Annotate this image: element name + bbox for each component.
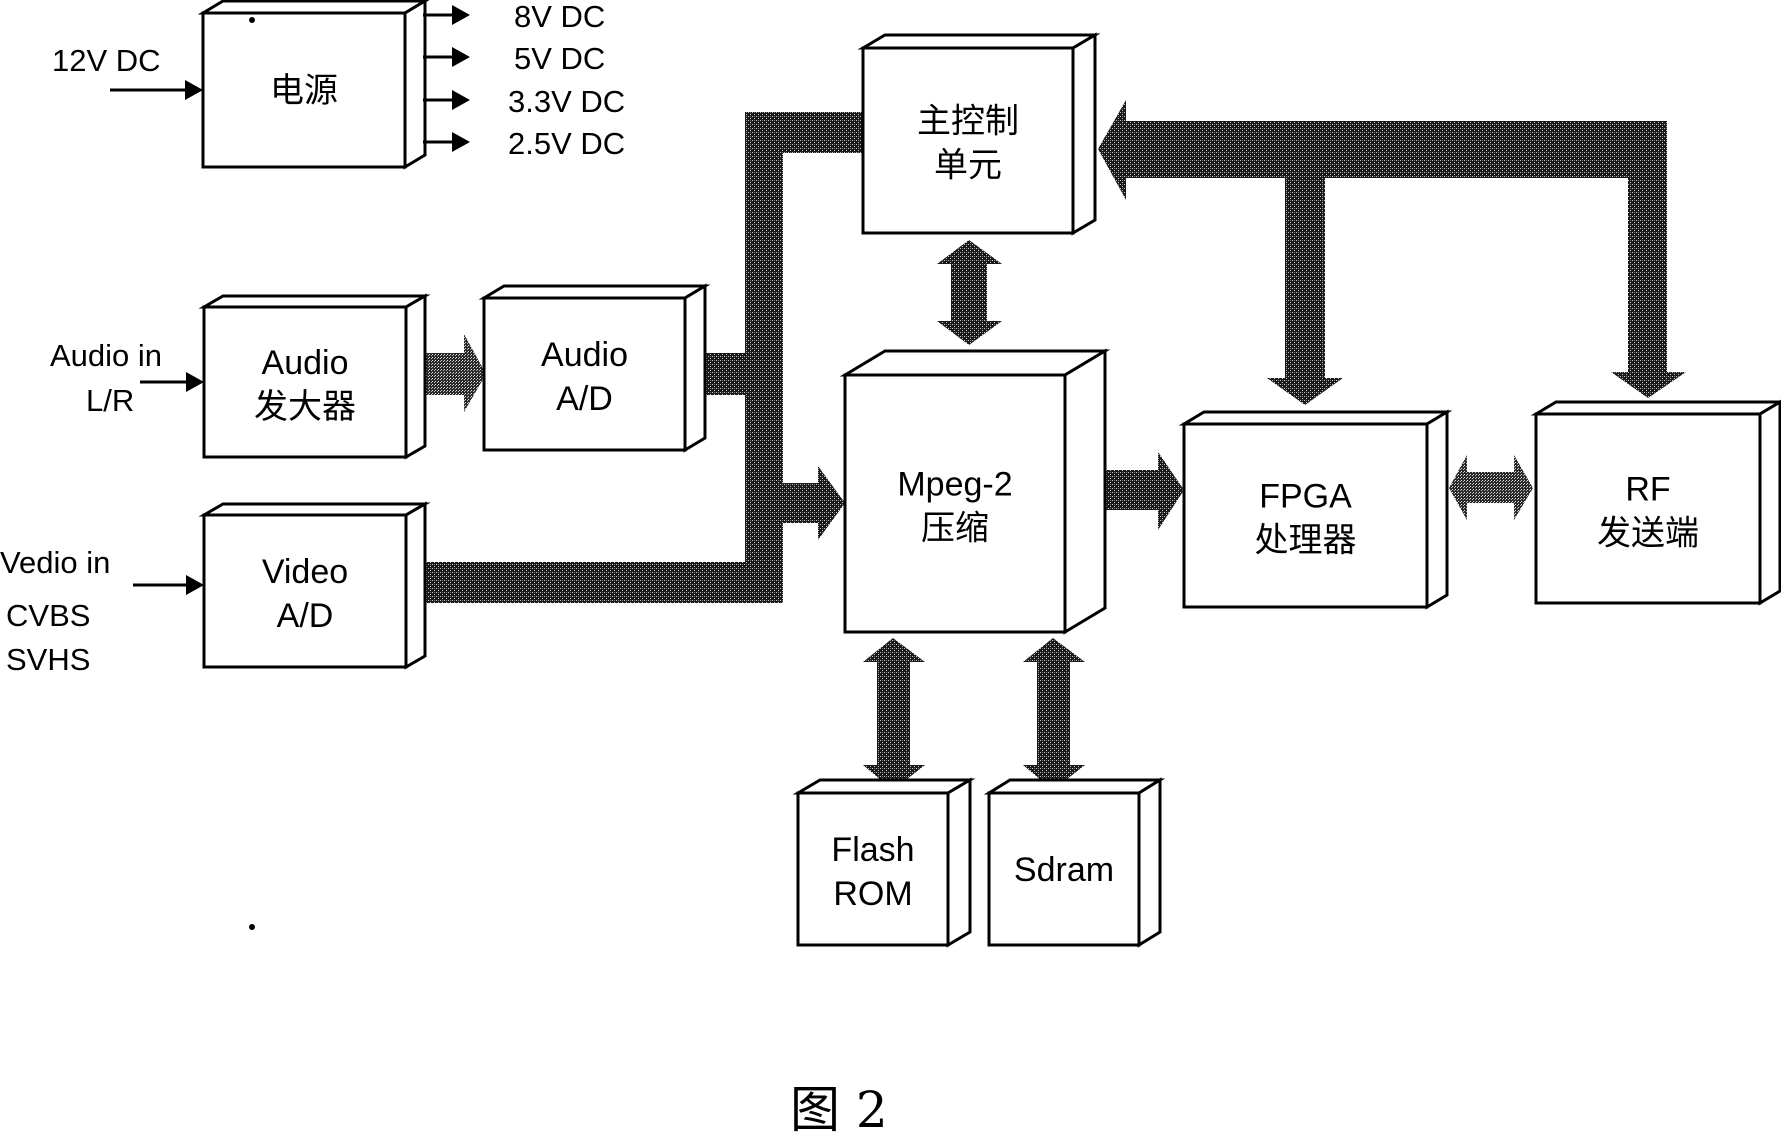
box-top-face bbox=[839, 349, 1111, 377]
video-input-label-line1: Vedio in bbox=[0, 545, 110, 580]
box-side-face bbox=[1071, 32, 1097, 236]
power-output-label: 5V DC bbox=[514, 41, 605, 76]
audio-ad-block: Audio A/D bbox=[478, 283, 711, 453]
power-supply-block-label-line1: 电源 bbox=[270, 71, 338, 111]
left-vertical-bus bbox=[745, 112, 783, 603]
block-diagram: 电源主控制单元Audio发大器AudioA/DVideoA/DMpeg-2压缩F… bbox=[0, 0, 1781, 1132]
audio-input-label-line2: L/R bbox=[86, 383, 134, 418]
arrow-right-icon bbox=[452, 5, 470, 25]
box-front-face bbox=[202, 305, 408, 459]
box-top-face bbox=[1530, 400, 1781, 416]
main-control-block-label-line2: 单元 bbox=[934, 146, 1002, 186]
power-output-label: 8V DC bbox=[514, 0, 605, 34]
mpeg2-block: Mpeg-2 压缩 bbox=[839, 348, 1111, 635]
box-top-face bbox=[983, 778, 1166, 795]
bus-into-main-control-arrowhead bbox=[1098, 100, 1126, 200]
stray-dot bbox=[249, 924, 255, 930]
bus-from-video-ad bbox=[425, 562, 783, 603]
audio-ad-block-label-line2: A/D bbox=[556, 380, 613, 418]
arrow-mpeg2-flash bbox=[863, 638, 925, 790]
box-side-face bbox=[404, 293, 427, 460]
main-control-block: 主控制单元 bbox=[857, 32, 1101, 236]
top-right-bus bbox=[1120, 121, 1667, 178]
video-ad-block: Video A/D bbox=[198, 501, 431, 670]
video-ad-block-label-line1: Video bbox=[262, 553, 348, 591]
box-top-face bbox=[197, 0, 430, 15]
box-top-face bbox=[198, 502, 431, 517]
power-supply-block: 电源 bbox=[197, 0, 430, 170]
box-front-face bbox=[482, 296, 687, 452]
stray-dot bbox=[249, 17, 255, 23]
mpeg2-block-label-line2: 压缩 bbox=[921, 509, 989, 549]
bus-to-fpga bbox=[1285, 170, 1325, 380]
box-side-face bbox=[404, 501, 427, 670]
audio-amp-block-label-line2: 发大器 bbox=[254, 387, 356, 427]
flash-rom-block: Flash ROM bbox=[792, 777, 976, 948]
main-control-block-label-line1: 主控制 bbox=[917, 102, 1019, 142]
rf-block-label-line2: 发送端 bbox=[1597, 514, 1699, 554]
bus-into-mpeg2-arrowhead bbox=[818, 466, 845, 540]
arrow-right-icon bbox=[452, 47, 470, 67]
arrow-right-icon bbox=[452, 132, 470, 152]
power-input-label: 12V DC bbox=[52, 43, 161, 78]
video-input-label-line3: SVHS bbox=[6, 642, 90, 677]
video-ad-block-label-line2: A/D bbox=[277, 597, 334, 635]
box-side-face bbox=[1758, 399, 1781, 606]
box-side-face bbox=[946, 777, 972, 948]
box-front-face bbox=[843, 373, 1067, 634]
flash-rom-block-label-line2: ROM bbox=[833, 875, 912, 913]
sdram-block: Sdram bbox=[983, 777, 1166, 948]
arrow-mpeg2-to-fpga bbox=[1105, 452, 1184, 530]
box-front-face bbox=[1534, 412, 1762, 605]
arrow-right-icon bbox=[452, 90, 470, 110]
audio-amp-block: Audio 发大器 bbox=[198, 293, 431, 460]
figure-caption: 图 2 bbox=[790, 1081, 888, 1132]
rf-block-label-line1: RF bbox=[1625, 471, 1670, 509]
box-side-face bbox=[403, 0, 427, 170]
bus-to-fpga-arrowhead bbox=[1267, 378, 1343, 405]
arrow-fpga-rf bbox=[1449, 455, 1533, 520]
box-top-face bbox=[478, 284, 711, 300]
box-side-face bbox=[1063, 348, 1107, 635]
box-front-face bbox=[1182, 422, 1429, 609]
bus-into-mpeg2 bbox=[783, 483, 823, 523]
arrow-mpeg2-sdram bbox=[1023, 638, 1085, 790]
box-side-face bbox=[683, 283, 707, 453]
power-input-arrow bbox=[110, 80, 203, 100]
rf-block: RF 发送端 bbox=[1530, 399, 1781, 606]
box-front-face bbox=[202, 513, 408, 669]
fpga-block-label-line1: FPGA bbox=[1259, 478, 1352, 516]
mpeg2-block-label-line1: Mpeg-2 bbox=[897, 466, 1012, 504]
power-output-label: 3.3V DC bbox=[508, 84, 625, 119]
video-input-arrow bbox=[133, 575, 204, 595]
box-side-face bbox=[1425, 409, 1449, 610]
arrow-main-control-mpeg2 bbox=[937, 240, 1002, 345]
bus-to-rf bbox=[1628, 170, 1667, 375]
sdram-block-label-line1: Sdram bbox=[1014, 851, 1114, 889]
audio-amp-block-label-line1: Audio bbox=[262, 344, 349, 382]
box-top-face bbox=[1178, 410, 1453, 426]
audio-input-arrow bbox=[140, 372, 204, 392]
video-input-label-line2: CVBS bbox=[6, 598, 90, 633]
box-top-face bbox=[792, 778, 976, 795]
fpga-block-label-line2: 处理器 bbox=[1255, 521, 1357, 561]
box-front-face bbox=[796, 791, 950, 947]
audio-input-label-line1: Audio in bbox=[50, 338, 162, 373]
power-outputs: 8V DC 5V DC 3.3V DC 2.5V DC bbox=[423, 0, 625, 161]
box-top-face bbox=[198, 294, 431, 309]
audio-ad-block-label-line1: Audio bbox=[541, 336, 628, 374]
bus-to-main-control-left bbox=[745, 112, 863, 153]
box-top-face bbox=[857, 33, 1101, 50]
flash-rom-block-label-line1: Flash bbox=[831, 831, 914, 869]
box-side-face bbox=[1137, 777, 1162, 948]
bus-from-audio-ad bbox=[705, 353, 747, 395]
power-output-label: 2.5V DC bbox=[508, 126, 625, 161]
arrow-audio-amp-to-audio-ad bbox=[425, 334, 486, 412]
fpga-block: FPGA 处理器 bbox=[1178, 409, 1453, 610]
bus-to-rf-arrowhead bbox=[1611, 372, 1686, 398]
